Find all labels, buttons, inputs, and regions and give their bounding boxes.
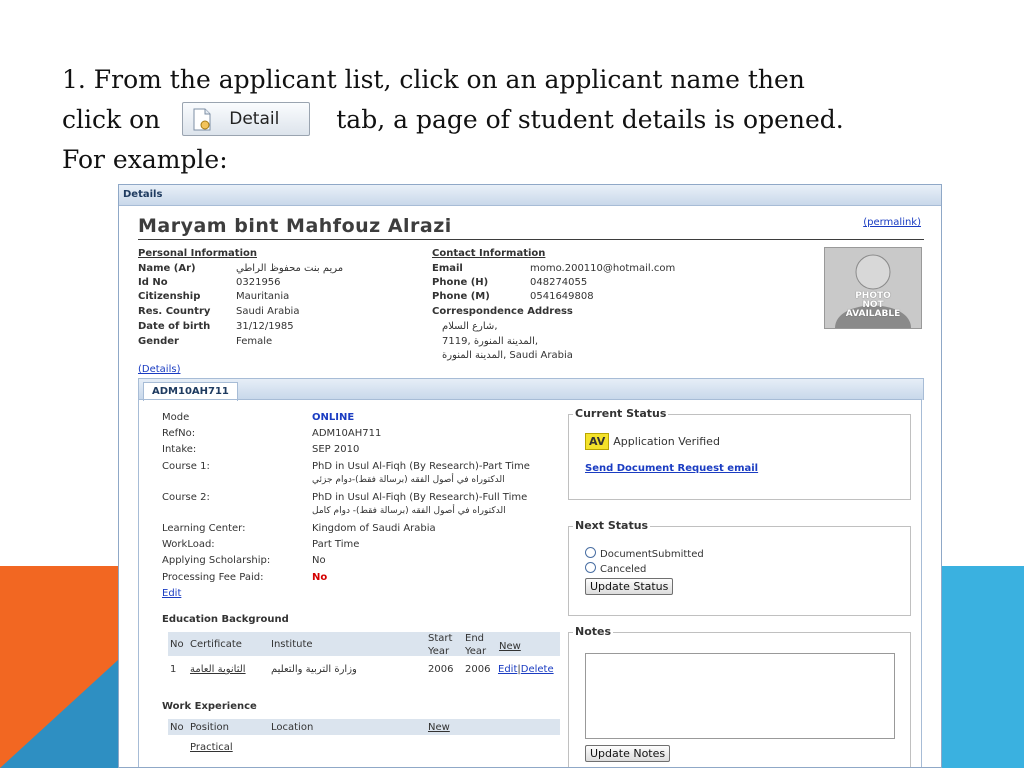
col-location: Location — [271, 722, 314, 733]
contact-row: Email momo.200110@hotmail.com — [432, 263, 676, 274]
contact-info-header: Contact Information — [432, 248, 546, 259]
correspondence-address-label: Correspondence Address — [432, 306, 573, 317]
app-label: Processing Fee Paid: — [162, 572, 264, 583]
col-no: No — [170, 722, 184, 733]
col-start-line1: Start — [428, 633, 453, 644]
current-status-line: AV Application Verified — [585, 433, 720, 450]
contact-row: Phone (M) 0541649808 — [432, 291, 594, 302]
current-status-fieldset: Current Status AV Application Verified Se… — [568, 407, 911, 500]
edu-institute: وزارة التربية والتعليم — [271, 664, 357, 675]
col-start: Start Year — [428, 632, 452, 658]
notes-textarea[interactable] — [585, 653, 895, 739]
app-value-fee-paid: No — [312, 572, 328, 583]
app-label: Mode — [162, 412, 190, 423]
instruction-line-2-start: click on — [62, 105, 161, 134]
radio-button[interactable] — [585, 562, 596, 573]
personal-info-header: Personal Information — [138, 248, 257, 259]
application-tab-bar: ADM10AH711 — [138, 378, 924, 401]
app-label: Learning Center: — [162, 523, 246, 534]
col-certificate: Certificate — [190, 639, 242, 650]
new-work-link[interactable]: New — [428, 721, 450, 734]
work-title: Work Experience — [162, 701, 257, 712]
edu-start: 2006 — [428, 664, 454, 675]
app-value: SEP 2010 — [312, 444, 360, 455]
document-icon — [191, 107, 213, 131]
photo-text: AVAILABLE — [845, 309, 901, 319]
app-label: Course 2: — [162, 492, 210, 503]
details-link[interactable]: (Details) — [138, 364, 180, 375]
col-position: Position — [190, 722, 229, 733]
instruction-line-2: click on Detail tab, a page of student det… — [62, 100, 962, 140]
personal-row: Id No 0321956 — [138, 277, 281, 288]
app-value-arabic: الدكتوراه في أصول الفقه (برسالة فقط)- دو… — [312, 506, 506, 516]
address-line: 7119, المدينة المنورة, — [442, 336, 539, 347]
personal-row: Citizenship Mauritania — [138, 291, 290, 302]
next-status-option[interactable]: Canceled — [585, 562, 646, 575]
address-line: شارع السلام, — [442, 321, 498, 332]
app-value: PhD in Usul Al-Fiqh (By Research)-Full T… — [312, 492, 528, 503]
detail-tab-button[interactable]: Detail — [182, 101, 311, 136]
radio-button[interactable] — [585, 547, 596, 558]
edu-actions: Edit|Delete — [498, 663, 554, 676]
app-value: Part Time — [312, 539, 360, 550]
address-line: المدينة المنورة, Saudi Arabia — [442, 350, 573, 361]
personal-row: Name (Ar) مريم بنت محفوظ الراطي — [138, 263, 344, 274]
next-status-legend: Next Status — [573, 519, 651, 532]
details-panel-title: Details — [119, 185, 941, 206]
col-institute: Institute — [271, 639, 313, 650]
applicant-name: Maryam bint Mahfouz Alrazi — [138, 215, 452, 237]
edu-end: 2006 — [465, 664, 491, 675]
permalink-link[interactable]: (permalink) — [863, 217, 921, 228]
new-education-link[interactable]: New — [499, 640, 521, 653]
edu-certificate-link[interactable]: الثانوية العامة — [190, 663, 246, 676]
app-value: ADM10AH711 — [312, 428, 382, 439]
edit-application-link[interactable]: Edit — [162, 588, 181, 599]
personal-row: Gender Female — [138, 336, 273, 347]
instruction-line-1: 1. From the applicant list, click on an … — [62, 65, 805, 94]
app-label: RefNo: — [162, 428, 196, 439]
current-status-legend: Current Status — [573, 407, 669, 420]
education-title: Education Background — [162, 614, 289, 625]
instruction-line-2-end: tab, a page of student details is opened… — [336, 105, 844, 134]
app-value: PhD in Usul Al-Fiqh (By Research)-Part T… — [312, 461, 530, 472]
status-badge: AV — [585, 433, 610, 450]
app-value-arabic: الدكتوراه في أصول الفقه (برسالة فقط)-دوا… — [312, 475, 505, 485]
next-status-fieldset: Next Status DocumentSubmitted Canceled U… — [568, 519, 911, 616]
update-status-button[interactable]: Update Status — [585, 578, 674, 595]
app-value: Kingdom of Saudi Arabia — [312, 523, 436, 534]
option-label: DocumentSubmitted — [600, 549, 704, 560]
photo-placeholder: PHOTO NOT AVAILABLE — [824, 247, 922, 329]
col-end-line2: Year — [465, 646, 487, 657]
details-screenshot: Details Maryam bint Mahfouz Alrazi (perm… — [118, 184, 942, 768]
personal-row: Res. Country Saudi Arabia — [138, 306, 300, 317]
col-start-line2: Year — [428, 646, 450, 657]
work-row-partial[interactable]: Practical — [190, 741, 233, 754]
current-status-text: Application Verified — [613, 435, 720, 448]
edu-no: 1 — [170, 664, 177, 675]
send-document-request-link[interactable]: Send Document Request email — [585, 463, 758, 474]
application-panel: Mode ONLINE RefNo: ADM10AH711 Intake: SE… — [138, 399, 922, 767]
detail-button-label: Detail — [229, 108, 280, 129]
col-end-line1: End — [465, 633, 485, 644]
col-end: End Year — [465, 632, 486, 658]
personal-row: Date of birth 31/12/1985 — [138, 321, 294, 332]
name-underline — [138, 239, 924, 240]
app-label: Intake: — [162, 444, 197, 455]
notes-fieldset: Notes Update Notes — [568, 625, 911, 767]
app-value: No — [312, 555, 326, 566]
edu-edit-link[interactable]: Edit — [498, 664, 517, 675]
slide-instructions: 1. From the applicant list, click on an … — [62, 60, 962, 180]
edu-delete-link[interactable]: Delete — [521, 664, 554, 675]
update-notes-button[interactable]: Update Notes — [585, 745, 671, 762]
app-label: WorkLoad: — [162, 539, 215, 550]
option-label: Canceled — [600, 564, 647, 575]
app-label: Course 1: — [162, 461, 210, 472]
contact-row: Phone (H) 048274055 — [432, 277, 588, 288]
app-value-mode: ONLINE — [312, 412, 355, 423]
next-status-option[interactable]: DocumentSubmitted — [585, 547, 704, 560]
notes-legend: Notes — [573, 625, 614, 638]
col-no: No — [170, 639, 184, 650]
app-label: Applying Scholarship: — [162, 555, 271, 566]
instruction-line-3: For example: — [62, 145, 228, 174]
